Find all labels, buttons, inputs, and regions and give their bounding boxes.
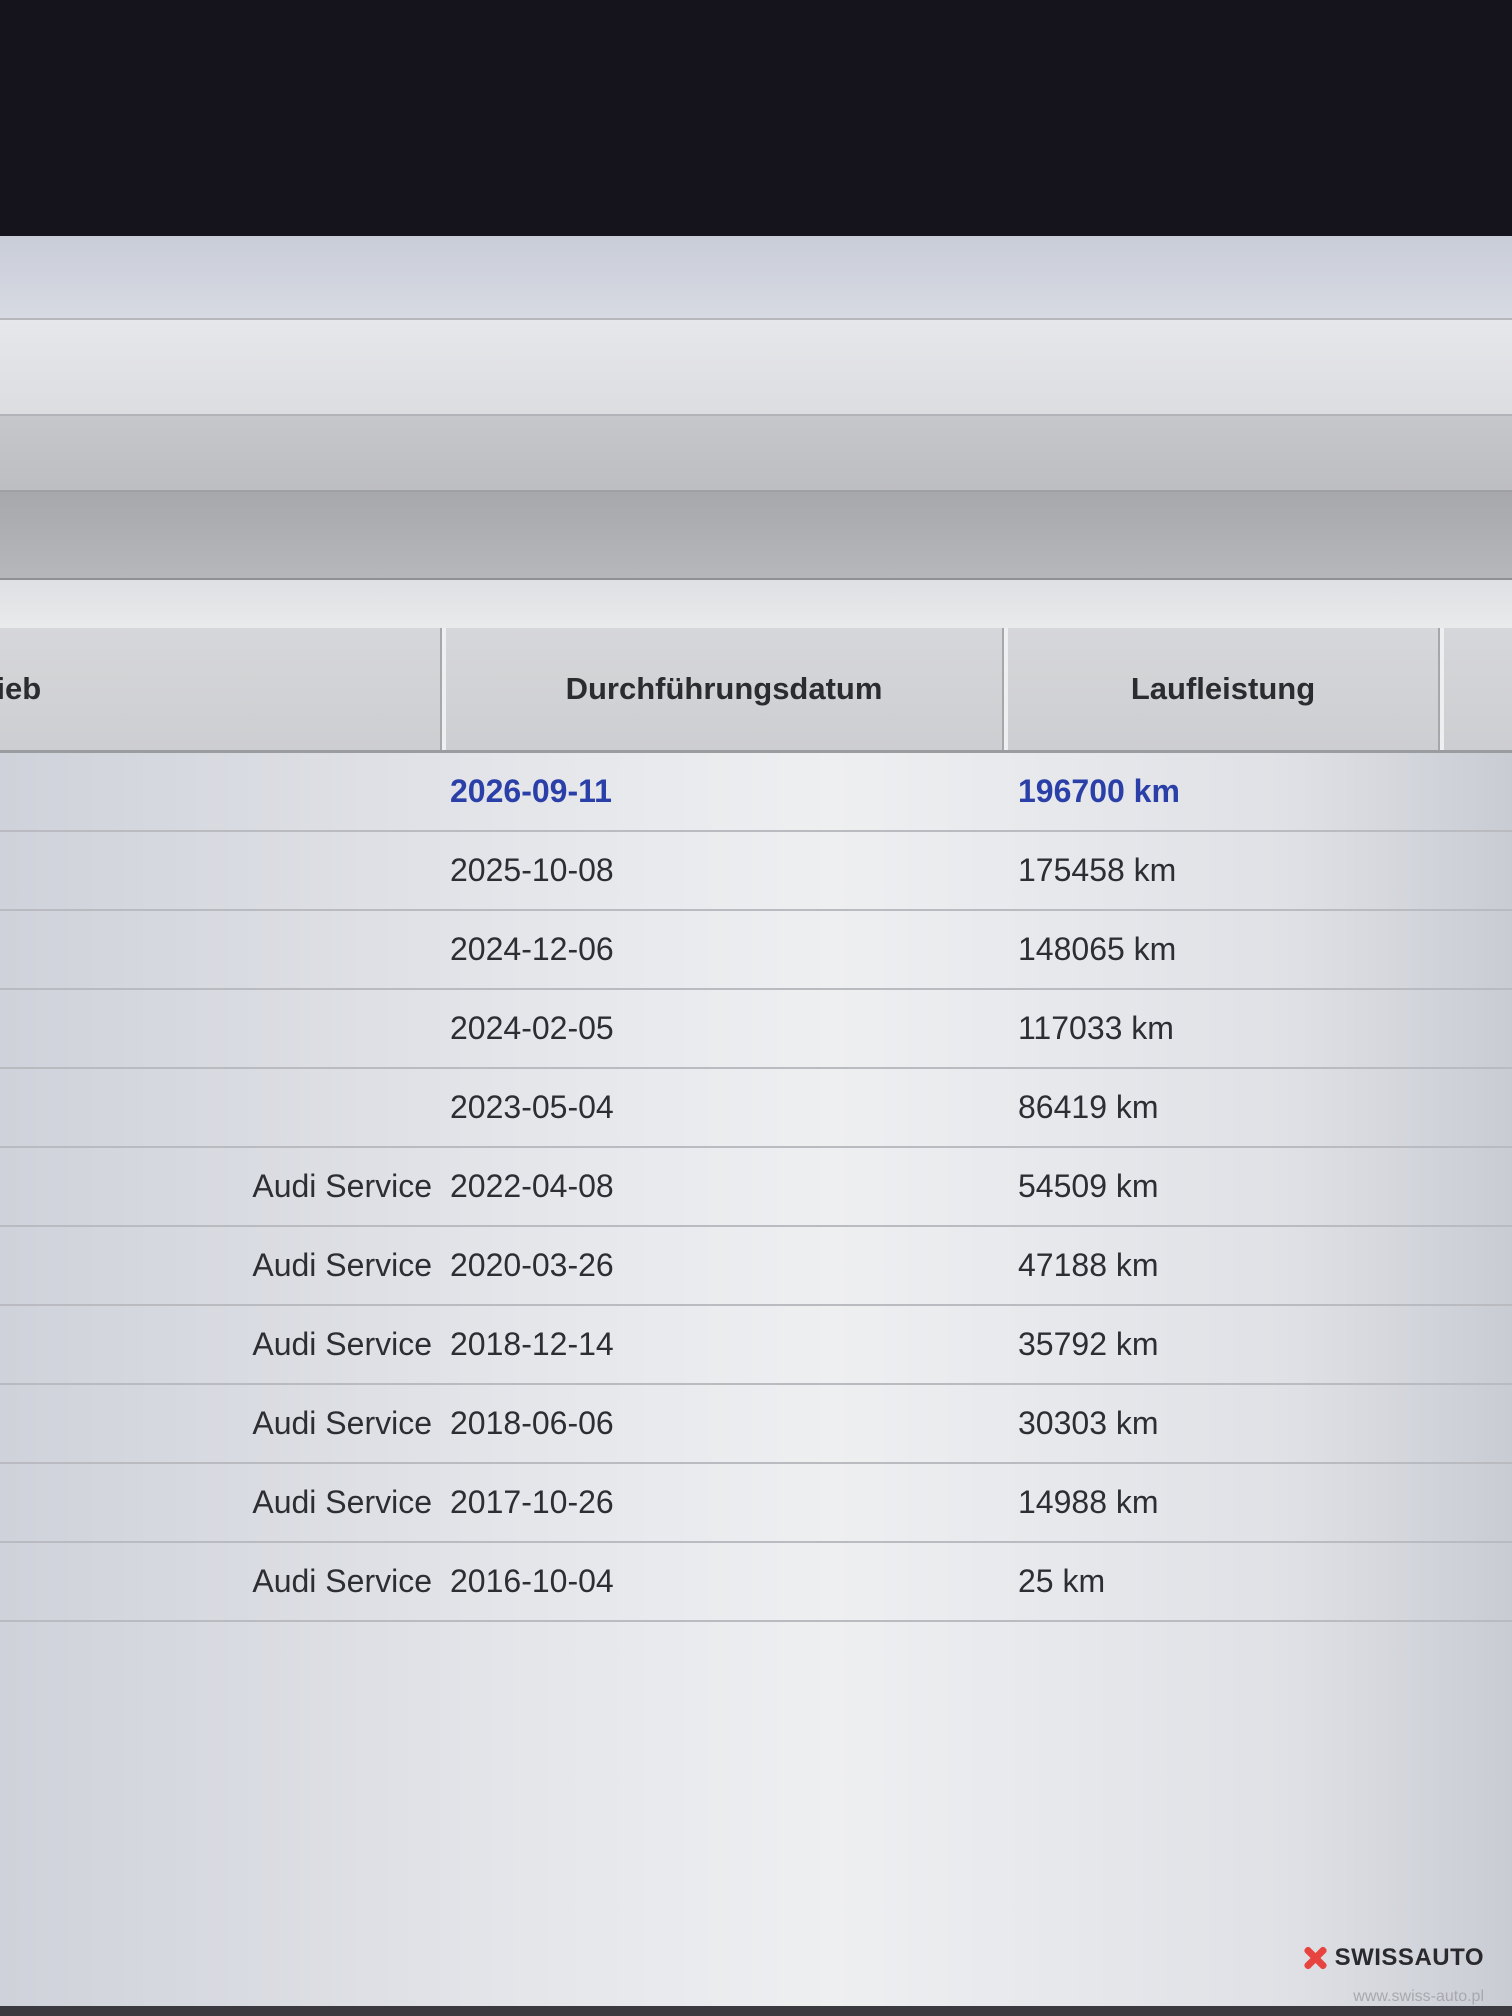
cell-date: 2026-09-11 — [450, 773, 612, 809]
cell-betrieb: Audi Service — [252, 1326, 432, 1362]
column-divider — [1438, 628, 1444, 750]
table-row[interactable]: 2024-12-06 148065 km — [0, 911, 1512, 990]
cell-mileage: 86419 km — [1018, 1089, 1159, 1125]
section-header-bar — [0, 492, 1512, 580]
cell-betrieb: Audi Service — [252, 1484, 432, 1520]
table-row[interactable]: Audi Service 2020-03-26 47188 km — [0, 1227, 1512, 1306]
column-header-extra — [1444, 628, 1512, 750]
toolbar-strip — [0, 416, 1512, 492]
table-row[interactable]: Audi Service 2018-06-06 30303 km — [0, 1385, 1512, 1464]
table-row[interactable]: Audi Service 2016-10-04 25 km — [0, 1543, 1512, 1622]
table-row[interactable]: Audi Service 2017-10-26 14988 km — [0, 1464, 1512, 1543]
column-divider — [440, 628, 446, 750]
cell-date: 2025-10-08 — [450, 852, 614, 888]
cell-betrieb: Audi Service — [252, 1247, 432, 1283]
cell-mileage: 30303 km — [1018, 1405, 1159, 1441]
window-title-bar — [0, 236, 1512, 320]
monitor-screen: trieb Durchführungsdatum Laufleistung 20… — [0, 236, 1512, 2016]
cell-betrieb — [0, 753, 432, 830]
cell-date: 2017-10-26 — [450, 1484, 614, 1520]
watermark-logo: SWISSAUTO — [1303, 1944, 1484, 1972]
cell-betrieb: Audi Service — [252, 1405, 432, 1441]
cell-mileage: 54509 km — [1018, 1168, 1159, 1204]
cell-date: 2018-12-14 — [450, 1326, 614, 1362]
cell-betrieb: Audi Service — [252, 1168, 432, 1204]
cell-betrieb — [0, 832, 432, 909]
table-row[interactable]: Audi Service 2022-04-08 54509 km — [0, 1148, 1512, 1227]
cell-mileage: 25 km — [1018, 1563, 1106, 1599]
panel-spacer — [0, 580, 1512, 628]
table-row[interactable]: 2023-05-04 86419 km — [0, 1069, 1512, 1148]
cell-date: 2024-02-05 — [450, 1010, 614, 1046]
table-row[interactable]: 2024-02-05 117033 km — [0, 990, 1512, 1069]
watermark-brand: SWISSAUTO — [1334, 1944, 1484, 1971]
cell-date: 2023-05-04 — [450, 1089, 614, 1125]
column-header-betrieb[interactable]: trieb — [0, 628, 440, 750]
cell-betrieb: Audi Service — [252, 1563, 432, 1599]
cell-mileage: 175458 km — [1018, 852, 1177, 888]
x-mark-icon — [1303, 1946, 1327, 1970]
column-header-date[interactable]: Durchführungsdatum — [446, 628, 1002, 750]
cell-date: 2018-06-06 — [450, 1405, 614, 1441]
table-row[interactable]: Audi Service 2018-12-14 35792 km — [0, 1306, 1512, 1385]
service-table-header: trieb Durchführungsdatum Laufleistung — [0, 628, 1512, 753]
cell-date: 2022-04-08 — [450, 1168, 614, 1204]
cell-mileage: 35792 km — [1018, 1326, 1159, 1362]
cell-mileage: 196700 km — [1018, 773, 1180, 809]
column-header-mileage[interactable]: Laufleistung — [1008, 628, 1438, 750]
cell-betrieb — [0, 990, 432, 1067]
cell-mileage: 47188 km — [1018, 1247, 1159, 1283]
cell-date: 2016-10-04 — [450, 1563, 614, 1599]
cell-mileage: 14988 km — [1018, 1484, 1159, 1520]
cell-date: 2020-03-26 — [450, 1247, 614, 1283]
table-row[interactable]: 2026-09-11 196700 km — [0, 753, 1512, 832]
cell-mileage: 117033 km — [1018, 1010, 1174, 1046]
cell-mileage: 148065 km — [1018, 931, 1177, 967]
monitor-bezel-bottom — [0, 2006, 1512, 2016]
cell-betrieb — [0, 911, 432, 988]
table-row[interactable]: 2025-10-08 175458 km — [0, 832, 1512, 911]
watermark-url: www.swiss-auto.pl — [1353, 1988, 1484, 2005]
cell-betrieb — [0, 1069, 432, 1146]
cell-date: 2024-12-06 — [450, 931, 614, 967]
toolbar-area — [0, 320, 1512, 416]
column-divider — [1002, 628, 1008, 750]
